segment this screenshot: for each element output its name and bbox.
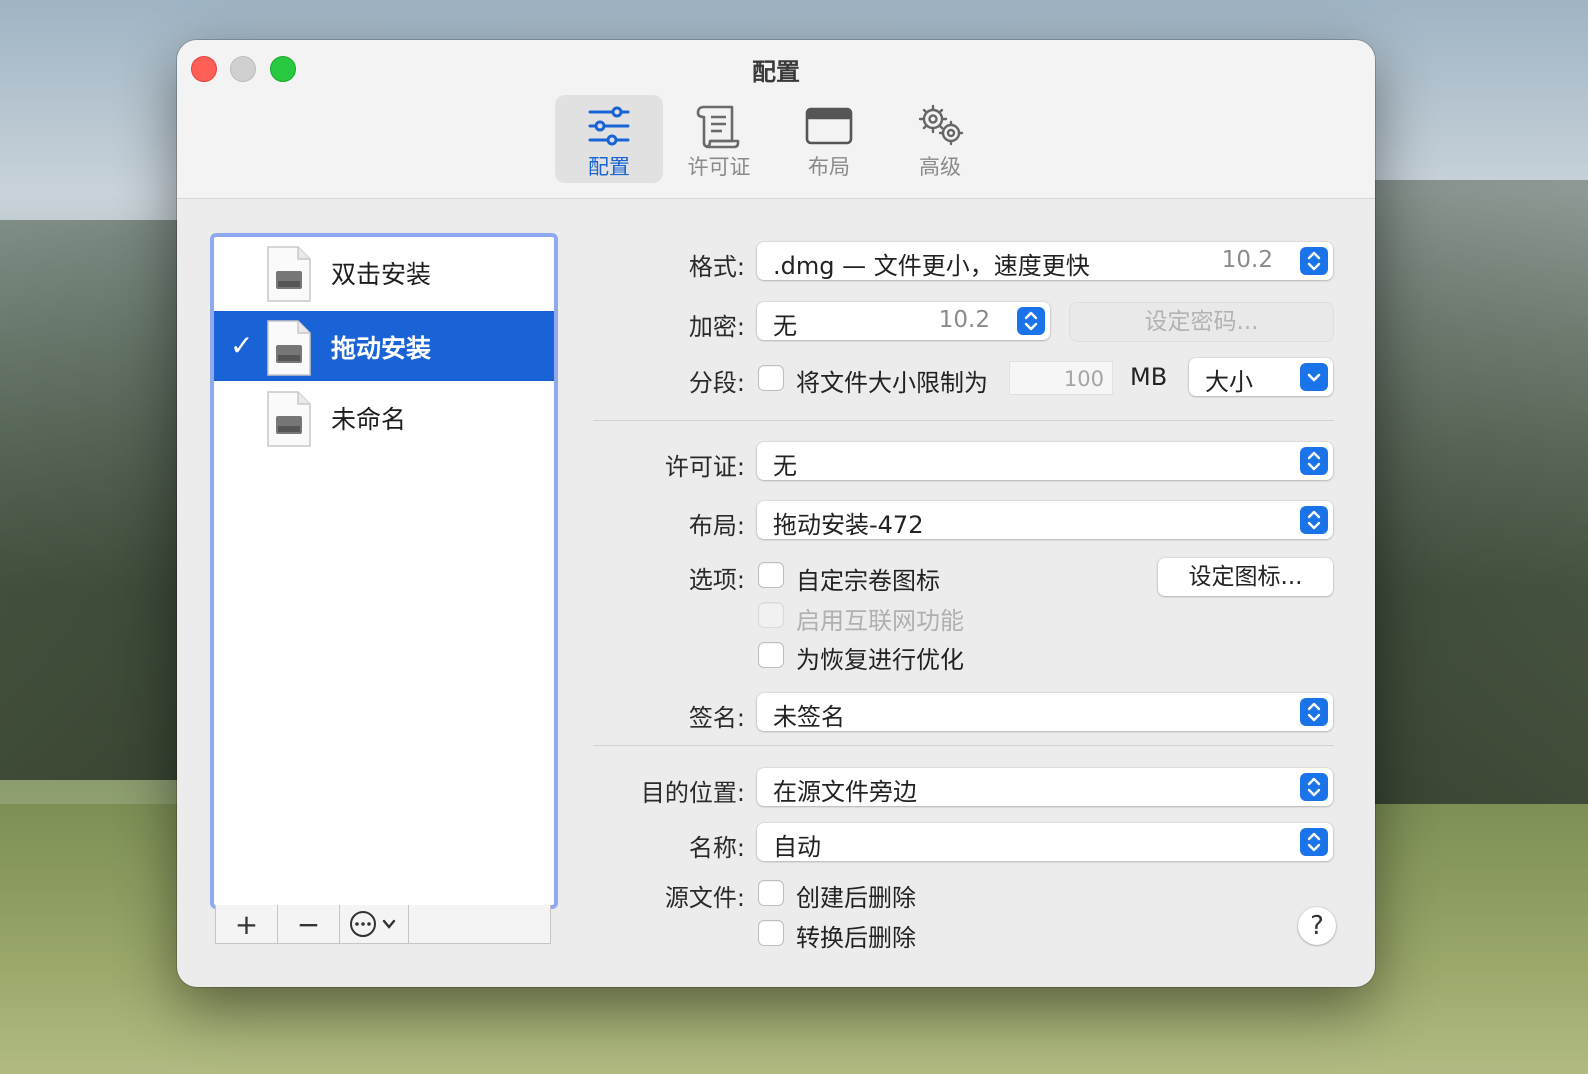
disk-image-icon: [267, 320, 311, 376]
encryption-popup[interactable]: 无 10.2: [757, 302, 1050, 340]
gears-icon: [918, 104, 964, 146]
layout-label: 布局:: [688, 512, 745, 540]
set-password-button[interactable]: 设定密码...: [1070, 303, 1333, 341]
format-value: .dmg — 文件更小，速度更快: [773, 252, 1090, 280]
list-item-label: 拖动安装: [331, 334, 432, 363]
signature-label: 签名:: [688, 704, 745, 732]
list-item-double-click[interactable]: 双击安装: [214, 237, 554, 307]
preferences-window: 配置 配置 许可证 布局 高级 双击安装 ✓ 拖动安装 未命名 + − 格式: …: [177, 40, 1375, 987]
checkmark-icon: ✓: [230, 329, 254, 362]
scroll-license-icon: [696, 105, 740, 149]
encryption-version: 10.2: [938, 307, 990, 333]
button-bar-spacer: [409, 905, 550, 943]
up-down-stepper-icon: [1300, 447, 1328, 475]
format-version: 10.2: [1221, 247, 1273, 273]
more-actions-button[interactable]: [340, 905, 409, 943]
section-divider: [593, 420, 1334, 421]
custom-volume-icon-checkbox[interactable]: [758, 562, 784, 588]
source-label: 源文件:: [664, 884, 745, 912]
segment-label: 分段:: [688, 369, 745, 397]
segment-checkbox[interactable]: [758, 365, 784, 391]
signature-value: 未签名: [773, 703, 845, 731]
layout-value: 拖动安装-472: [773, 511, 924, 539]
encryption-value: 无: [773, 312, 797, 340]
license-label: 许可证:: [664, 453, 745, 481]
list-button-bar: + −: [215, 905, 551, 944]
sliders-icon: [588, 106, 630, 146]
segment-size-popup-value: 大小: [1205, 368, 1253, 396]
remove-button[interactable]: −: [278, 905, 340, 943]
up-down-stepper-icon: [1300, 828, 1328, 856]
delete-after-convert-label: 转换后删除: [796, 924, 916, 952]
destination-value: 在源文件旁边: [773, 778, 917, 806]
encryption-label: 加密:: [688, 313, 745, 341]
up-down-stepper-icon: [1017, 307, 1045, 335]
tab-license[interactable]: 许可证: [665, 95, 773, 183]
chevron-down-icon: [1300, 363, 1328, 391]
window-title: 配置: [752, 58, 800, 86]
delete-after-create-label: 创建后删除: [796, 884, 916, 912]
optimize-restore-label: 为恢复进行优化: [796, 646, 964, 674]
segment-unit: MB: [1130, 363, 1168, 391]
tab-license-label: 许可证: [687, 155, 751, 179]
tab-advanced[interactable]: 高级: [886, 95, 994, 183]
layout-popup[interactable]: 拖动安装-472: [757, 501, 1333, 539]
list-item-untitled[interactable]: 未命名: [214, 382, 554, 452]
format-popup[interactable]: .dmg — 文件更小，速度更快 10.2: [757, 242, 1333, 280]
background-net-right: [1368, 180, 1588, 820]
destination-popup[interactable]: 在源文件旁边: [757, 768, 1333, 806]
help-button[interactable]: ?: [1298, 907, 1336, 945]
tab-config[interactable]: 配置: [555, 95, 663, 183]
enable-internet-label: 启用互联网功能: [796, 607, 964, 635]
disk-image-icon: [267, 246, 311, 302]
enable-internet-checkbox[interactable]: [758, 602, 784, 628]
tab-layout-label: 布局: [808, 155, 850, 179]
tab-advanced-label: 高级: [919, 155, 961, 179]
up-down-stepper-icon: [1300, 773, 1328, 801]
signature-popup[interactable]: 未签名: [757, 693, 1333, 731]
name-label: 名称:: [688, 834, 745, 862]
up-down-stepper-icon: [1300, 698, 1328, 726]
delete-after-convert-checkbox[interactable]: [758, 920, 784, 946]
add-button[interactable]: +: [216, 905, 278, 943]
list-item-label: 双击安装: [331, 260, 432, 289]
segment-size-field[interactable]: 100: [1009, 361, 1113, 395]
delete-after-create-checkbox[interactable]: [758, 880, 784, 906]
window-layout-icon: [805, 107, 853, 145]
custom-volume-icon-label: 自定宗卷图标: [796, 567, 940, 595]
license-popup[interactable]: 无: [757, 442, 1333, 480]
format-label: 格式:: [688, 253, 745, 281]
name-popup[interactable]: 自动: [757, 823, 1333, 861]
disk-image-icon: [267, 391, 311, 447]
up-down-stepper-icon: [1300, 506, 1328, 534]
options-label: 选项:: [688, 566, 745, 594]
section-divider: [593, 745, 1334, 746]
ellipsis-circle-icon: [350, 911, 396, 937]
tab-config-label: 配置: [588, 155, 630, 179]
segment-size-popup[interactable]: 大小: [1189, 358, 1333, 396]
list-item-drag-install[interactable]: ✓ 拖动安装: [214, 311, 554, 381]
up-down-stepper-icon: [1300, 247, 1328, 275]
destination-label: 目的位置:: [640, 779, 745, 807]
optimize-restore-checkbox[interactable]: [758, 642, 784, 668]
license-value: 无: [773, 452, 797, 480]
list-item-label: 未命名: [331, 405, 407, 434]
segment-checkbox-label: 将文件大小限制为: [796, 369, 988, 397]
background-net-left: [0, 220, 200, 780]
tab-layout[interactable]: 布局: [775, 95, 883, 183]
titlebar: 配置 配置 许可证 布局 高级: [177, 40, 1375, 199]
set-icon-button[interactable]: 设定图标...: [1158, 558, 1333, 596]
name-value: 自动: [773, 833, 821, 861]
config-list: 双击安装 ✓ 拖动安装 未命名: [210, 233, 558, 909]
